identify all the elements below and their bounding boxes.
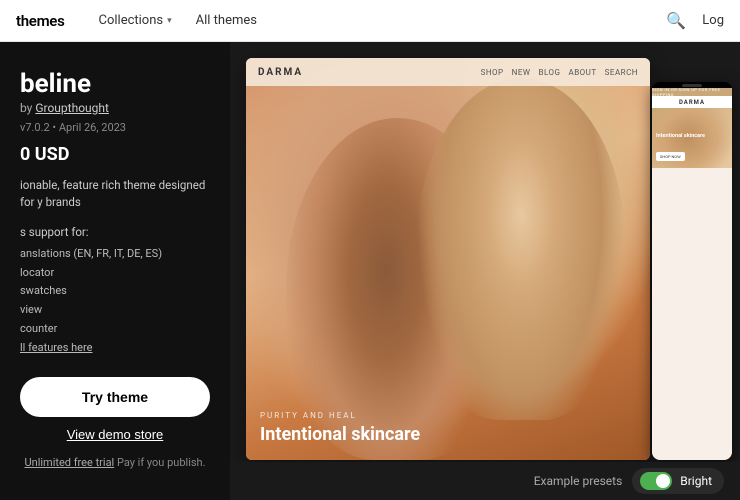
preview-nav-about: ABOUT <box>568 68 596 77</box>
nav-links: Collections ▾ All themes <box>89 7 667 34</box>
mobile-banner-text: SIGN IN OR SIGN UP FOR FREE SHIPPING <box>652 88 732 97</box>
feature-item: view <box>20 301 210 320</box>
preset-toggle[interactable]: Bright <box>632 468 724 494</box>
main-content: beline by Groupthought v7.0.2 • April 26… <box>0 42 740 500</box>
try-theme-button[interactable]: Try theme <box>20 377 210 417</box>
preview-store-logo: DARMA <box>258 67 303 78</box>
preview-nav-links: SHOP NEW BLOG ABOUT SEARCH <box>481 68 638 77</box>
preview-nav-search: SEARCH <box>605 68 638 77</box>
preset-name: Bright <box>680 474 712 488</box>
preset-toggle-switch[interactable] <box>640 472 672 490</box>
hero-image: PURITY AND HEAL Intentional skincare <box>246 58 650 460</box>
collections-nav-link[interactable]: Collections ▾ <box>89 7 182 34</box>
hero-title: Intentional skincare <box>260 424 420 446</box>
search-icon[interactable]: 🔍 <box>666 11 686 30</box>
mobile-store-logo: DARMA <box>679 99 705 106</box>
feature-item: anslations (EN, FR, IT, DE, ES) <box>20 245 210 264</box>
hero-overlay: PURITY AND HEAL Intentional skincare <box>246 411 434 460</box>
feature-item: locator <box>20 264 210 283</box>
right-panel: PURITY AND HEAL Intentional skincare DAR… <box>230 42 740 500</box>
theme-name: beline <box>20 70 210 99</box>
theme-version: v7.0.2 • April 26, 2023 <box>20 121 210 134</box>
theme-description: ionable, feature rich theme designed for… <box>20 177 210 212</box>
mobile-nav: DARMA <box>652 96 732 108</box>
desktop-preview: PURITY AND HEAL Intentional skincare DAR… <box>246 58 650 460</box>
logo: themes <box>16 12 65 30</box>
all-themes-nav-link[interactable]: All themes <box>186 7 267 34</box>
mobile-preview: SIGN IN OR SIGN UP FOR FREE SHIPPING DAR… <box>652 82 732 460</box>
mobile-notch-bar <box>682 84 702 87</box>
toggle-knob <box>656 474 670 488</box>
preview-nav-new: NEW <box>512 68 531 77</box>
preview-nav: DARMA SHOP NEW BLOG ABOUT SEARCH <box>246 58 650 86</box>
chevron-down-icon: ▾ <box>167 16 172 26</box>
nav-right: 🔍 Log <box>666 11 724 30</box>
mobile-hero-title: Intentional skincare <box>656 133 728 140</box>
theme-author: by Groupthought <box>20 101 210 115</box>
all-features-link[interactable]: ll features here <box>20 341 92 354</box>
features-list: anslations (EN, FR, IT, DE, ES) locator … <box>20 245 210 357</box>
free-trial-text: Unlimited free trial Pay if you publish. <box>20 456 210 469</box>
face-right <box>416 78 626 420</box>
author-link[interactable]: Groupthought <box>35 101 109 115</box>
bottom-bar: Example presets Bright <box>230 462 740 500</box>
mobile-hero-text: Intentional skincare SHOP NOW <box>656 133 728 162</box>
feature-item-link: ll features here <box>20 339 210 358</box>
hero-tagline: PURITY AND HEAL <box>260 411 420 420</box>
top-nav: themes Collections ▾ All themes 🔍 Log <box>0 0 740 42</box>
mobile-hero: Intentional skincare SHOP NOW <box>652 108 732 168</box>
mobile-banner: SIGN IN OR SIGN UP FOR FREE SHIPPING <box>652 88 732 96</box>
preview-nav-blog: BLOG <box>538 68 560 77</box>
free-trial-link[interactable]: Unlimited free trial <box>24 456 114 469</box>
left-panel: beline by Groupthought v7.0.2 • April 26… <box>0 42 230 500</box>
preview-nav-shop: SHOP <box>481 68 504 77</box>
theme-price: 0 USD <box>20 144 210 165</box>
presets-label: Example presets <box>534 474 623 488</box>
features-label: s support for: <box>20 225 210 239</box>
feature-item: counter <box>20 320 210 339</box>
mobile-content: SIGN IN OR SIGN UP FOR FREE SHIPPING DAR… <box>652 88 732 460</box>
mobile-shop-button[interactable]: SHOP NOW <box>656 152 685 161</box>
feature-item: swatches <box>20 282 210 301</box>
view-demo-button[interactable]: View demo store <box>20 427 210 442</box>
login-link[interactable]: Log <box>702 13 724 28</box>
